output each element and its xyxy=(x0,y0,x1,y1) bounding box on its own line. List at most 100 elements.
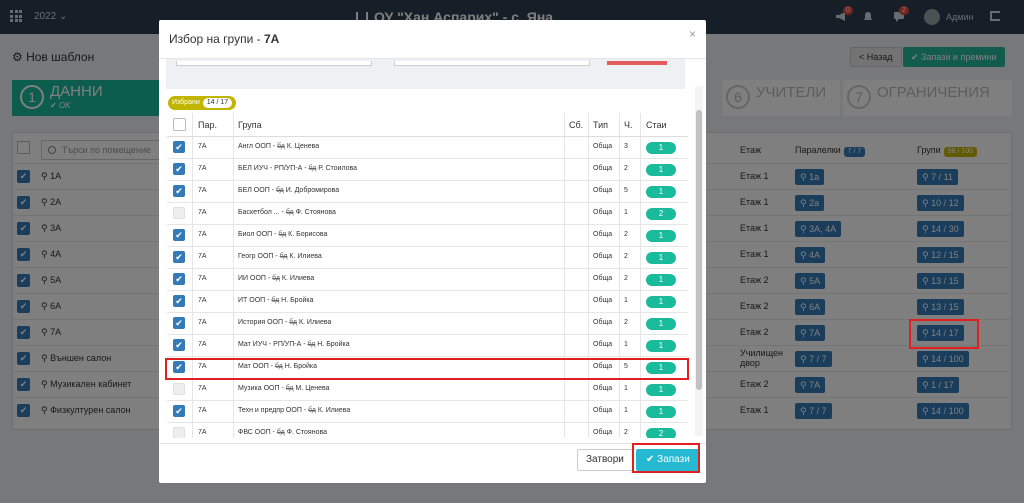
row-checkbox[interactable]: ✔ xyxy=(173,141,185,153)
table-row[interactable]: ✔ 7А Биол ООП - бд К. Борисова Обща 2 1 xyxy=(167,225,688,247)
table-row[interactable]: 7А Музика ООП - бд М. Ценева Обща 1 1 xyxy=(167,379,688,401)
table-row[interactable]: ✔ 7А Мат ИУЧ - РП/УП-А - бд Н. Бройка Обща 1… xyxy=(167,335,688,357)
row-rooms-badge: 2 xyxy=(646,428,676,438)
row-hours: 2 xyxy=(624,253,628,260)
row-checkbox[interactable]: ✔ xyxy=(173,251,185,263)
group-teacher: М. Ценева xyxy=(295,385,330,392)
table-row[interactable]: ✔ 7А ИТ ООП - бд Н. Бройка Обща 1 1 xyxy=(167,291,688,313)
row-group-name: ИИ ООП - бд К. Илиева xyxy=(238,275,314,282)
modal-footer-divider xyxy=(159,443,706,444)
group-subject: ИТ ООП - xyxy=(238,297,272,304)
table-row[interactable]: ✔ 7А История ООП - бд К. Илиева Обща 2 1 xyxy=(167,313,688,335)
row-parallel: 7А xyxy=(198,165,207,172)
col-sb: Сб. xyxy=(569,120,584,130)
row-parallel: 7А xyxy=(198,209,207,216)
scrollbar-thumb[interactable] xyxy=(696,110,702,390)
table-row[interactable]: ✔ 7А БЕЛ ИУЧ - РП/УП-А - бд Р. Стоилова Общ… xyxy=(167,159,688,181)
group-strike-prefix: бд xyxy=(272,275,280,282)
row-checkbox[interactable]: ✔ xyxy=(173,273,185,285)
row-rooms-badge: 1 xyxy=(646,340,676,352)
group-teacher: Н. Бройка xyxy=(281,297,314,304)
row-type: Обща xyxy=(593,209,613,216)
highlight-music-row xyxy=(165,358,689,380)
row-group-name: ИТ ООП - бд Н. Бройка xyxy=(238,297,314,304)
row-checkbox[interactable]: ✔ xyxy=(173,405,185,417)
modal-title-text: Избор на групи - xyxy=(169,32,264,46)
table-row[interactable]: ✔ 7А Геогр ООП - бд К. Илиева Обща 2 1 xyxy=(167,247,688,269)
group-subject: БЕЛ ИУЧ - РП/УП-А - xyxy=(238,165,309,172)
row-type: Обща xyxy=(593,297,613,304)
row-rooms-badge: 1 xyxy=(646,296,676,308)
select-all-checkbox[interactable] xyxy=(173,118,186,131)
row-parallel: 7А xyxy=(198,407,207,414)
group-strike-prefix: бд xyxy=(275,187,284,194)
group-strike-prefix: бд xyxy=(285,385,294,392)
row-parallel: 7А xyxy=(198,385,207,392)
col-group: Група xyxy=(238,120,262,130)
row-checkbox[interactable]: ✔ xyxy=(173,163,185,175)
row-parallel: 7А xyxy=(198,187,207,194)
row-group-name: Англ ООП - бд К. Ценева xyxy=(238,143,319,150)
group-teacher: К. Илиева xyxy=(281,275,315,282)
group-strike-prefix: бд xyxy=(276,429,285,436)
row-hours: 2 xyxy=(624,429,628,436)
row-type: Обща xyxy=(593,275,613,282)
col-hours: Ч. xyxy=(624,120,633,130)
row-parallel: 7А xyxy=(198,341,207,348)
selected-counter: Избрани 14 / 17 xyxy=(168,96,237,110)
group-teacher: К. Борисова xyxy=(288,231,328,238)
row-type: Обща xyxy=(593,319,613,326)
group-teacher: К. Илиева xyxy=(317,407,351,414)
table-row[interactable]: ✔ 7А БЕЛ ООП - бд И. Добромирова Обща 5 1 xyxy=(167,181,688,203)
row-checkbox[interactable] xyxy=(173,427,185,438)
group-strike-prefix: бд xyxy=(308,407,316,414)
table-row[interactable]: 7А ФВС ООП - бд Ф. Стоянова Обща 2 2 xyxy=(167,423,688,438)
row-rooms-badge: 1 xyxy=(646,274,676,286)
row-rooms-badge: 1 xyxy=(646,318,676,330)
group-subject: Биол ООП - xyxy=(238,231,279,238)
close-button[interactable]: Затвори xyxy=(577,449,633,471)
row-hours: 1 xyxy=(624,341,628,348)
row-rooms-badge: 1 xyxy=(646,406,676,418)
row-hours: 5 xyxy=(624,187,628,194)
filter-clear-button[interactable] xyxy=(607,61,667,65)
col-par: Пар. xyxy=(198,120,217,130)
group-strike-prefix: бд xyxy=(278,231,287,238)
row-checkbox[interactable] xyxy=(173,383,185,395)
row-rooms-badge: 1 xyxy=(646,384,676,396)
row-checkbox[interactable]: ✔ xyxy=(173,185,185,197)
row-rooms-badge: 1 xyxy=(646,252,676,264)
filter-input-2[interactable] xyxy=(394,61,590,66)
row-type: Обща xyxy=(593,187,613,194)
row-checkbox[interactable]: ✔ xyxy=(173,295,185,307)
row-parallel: 7А xyxy=(198,319,207,326)
close-icon[interactable]: × xyxy=(689,27,696,41)
row-checkbox[interactable]: ✔ xyxy=(173,229,185,241)
table-row[interactable]: 7А Баскетбол ... - бд Ф. Стоянова Обща 1 2 xyxy=(167,203,688,225)
row-type: Обща xyxy=(593,407,613,414)
group-teacher: И. Добромирова xyxy=(285,187,340,194)
table-row[interactable]: ✔ 7А ИИ ООП - бд К. Илиева Обща 2 1 xyxy=(167,269,688,291)
filter-input-1[interactable] xyxy=(176,61,372,66)
table-row[interactable]: ✔ 7А Техн и предпр ООП - бд К. Илиева Обща 1… xyxy=(167,401,688,423)
row-type: Обща xyxy=(593,143,613,150)
group-subject: ИИ ООП - xyxy=(238,275,273,282)
row-rooms-badge: 2 xyxy=(646,208,676,220)
row-checkbox[interactable] xyxy=(173,207,185,219)
row-hours: 2 xyxy=(624,165,628,172)
group-teacher: Н. Бройка xyxy=(317,341,350,348)
group-subject: Мат ИУЧ - РП/УП-А - xyxy=(238,341,308,348)
row-type: Обща xyxy=(593,253,613,260)
row-parallel: 7А xyxy=(198,143,207,150)
group-subject: Музика ООП - xyxy=(238,385,286,392)
table-row[interactable]: ✔ 7А Англ ООП - бд К. Ценева Обща 3 1 xyxy=(167,137,688,159)
modal-scrollbar[interactable] xyxy=(695,86,703,436)
group-subject: БЕЛ ООП - xyxy=(238,187,276,194)
row-group-name: БЕЛ ИУЧ - РП/УП-А - бд Р. Стоилова xyxy=(238,165,357,172)
row-checkbox[interactable]: ✔ xyxy=(173,339,185,351)
row-rooms-badge: 1 xyxy=(646,142,676,154)
row-checkbox[interactable]: ✔ xyxy=(173,317,185,329)
group-subject: ФВС ООП - xyxy=(238,429,277,436)
modal-title: Избор на групи - 7А xyxy=(169,32,279,46)
groups-table: Пар. Група Сб. Тип Ч. Стаи ✔ 7А Англ ООП -… xyxy=(167,113,688,438)
